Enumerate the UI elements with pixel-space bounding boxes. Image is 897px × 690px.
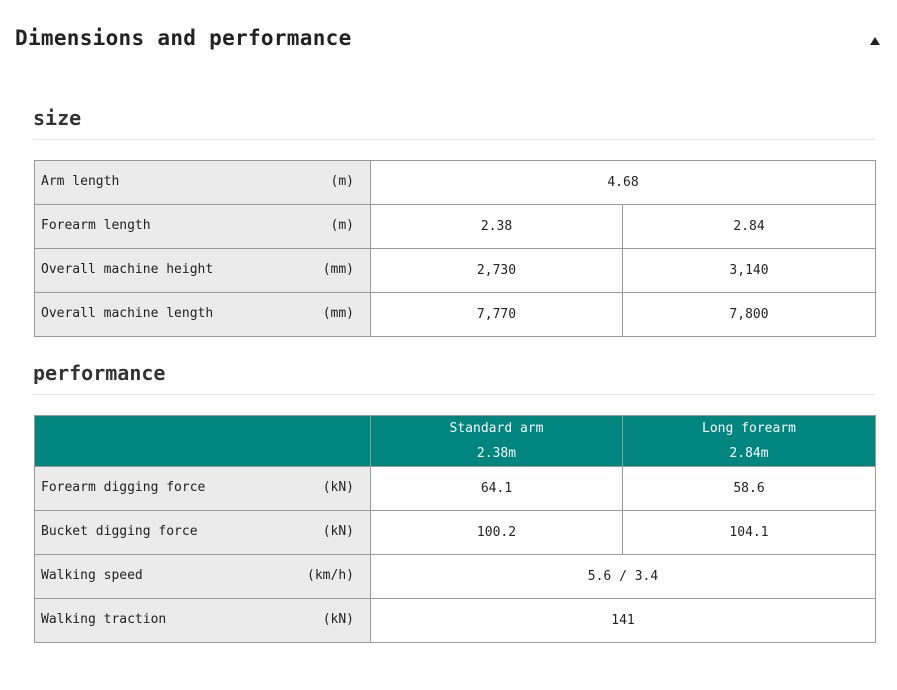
row-label: Arm length: [41, 174, 120, 189]
column-header-name: Long forearm: [702, 421, 796, 436]
row-label: Overall machine length: [41, 306, 214, 321]
row-unit: (km/h): [307, 568, 354, 583]
table-header-row: Standard arm 2.38m Long forearm 2.84m: [34, 415, 876, 467]
value-cell: 4.68: [370, 160, 876, 205]
table-row: Forearm length (m) 2.38 2.84: [34, 204, 876, 249]
row-label-cell: Forearm length (m): [34, 204, 371, 249]
row-unit: (mm): [322, 306, 354, 321]
row-label: Forearm digging force: [41, 480, 206, 495]
row-label-cell: Overall machine height (mm): [34, 248, 371, 293]
value-cell: 2.84: [622, 204, 876, 249]
accordion-title: Dimensions and performance: [15, 26, 352, 50]
table-row: Walking speed (km/h) 5.6 / 3.4: [34, 554, 876, 599]
row-unit: (kN): [322, 480, 354, 495]
column-header-sub: 2.38m: [476, 446, 517, 461]
value-cell: 64.1: [370, 466, 623, 511]
row-label: Overall machine height: [41, 262, 214, 277]
performance-divider: [33, 394, 875, 395]
table-row: Walking traction (kN) 141: [34, 598, 876, 643]
size-divider: [33, 139, 875, 140]
caret-up-icon[interactable]: [870, 37, 880, 45]
value-cell: 2,730: [370, 248, 623, 293]
row-label-cell: Bucket digging force (kN): [34, 510, 371, 555]
row-unit: (m): [330, 174, 354, 189]
value-cell: 7,770: [370, 292, 623, 337]
table-row: Forearm digging force (kN) 64.1 58.6: [34, 466, 876, 511]
table-row: Bucket digging force (kN) 100.2 104.1: [34, 510, 876, 555]
value-cell: 3,140: [622, 248, 876, 293]
table-row: Overall machine height (mm) 2,730 3,140: [34, 248, 876, 293]
row-label: Forearm length: [41, 218, 151, 233]
table-row: Overall machine length (mm) 7,770 7,800: [34, 292, 876, 337]
row-unit: (mm): [322, 262, 354, 277]
column-header: Standard arm 2.38m: [370, 415, 623, 467]
value-cell: 58.6: [622, 466, 876, 511]
row-unit: (kN): [322, 612, 354, 627]
performance-table: Standard arm 2.38m Long forearm 2.84m Fo…: [34, 415, 876, 643]
row-label-cell: Forearm digging force (kN): [34, 466, 371, 511]
column-header-sub: 2.84m: [729, 446, 769, 461]
accordion-header[interactable]: Dimensions and performance: [0, 0, 897, 82]
row-label: Walking speed: [41, 568, 143, 583]
table-row: Arm length (m) 4.68: [34, 160, 876, 205]
value-cell: 104.1: [622, 510, 876, 555]
row-label-cell: Walking speed (km/h): [34, 554, 371, 599]
row-label: Walking traction: [41, 612, 167, 627]
row-label: Bucket digging force: [41, 524, 198, 539]
performance-section-title: performance: [33, 361, 166, 385]
column-header-name: Standard arm: [449, 421, 544, 436]
value-cell: 7,800: [622, 292, 876, 337]
value-cell: 100.2: [370, 510, 623, 555]
column-header: Long forearm 2.84m: [622, 415, 876, 467]
row-label-cell: Arm length (m): [34, 160, 371, 205]
row-label-cell: Overall machine length (mm): [34, 292, 371, 337]
size-section-title: size: [33, 106, 82, 130]
value-cell: 2.38: [370, 204, 623, 249]
row-unit: (m): [330, 218, 354, 233]
header-blank-cell: [34, 415, 371, 467]
size-table: Arm length (m) 4.68 Forearm length (m) 2…: [34, 160, 876, 337]
row-label-cell: Walking traction (kN): [34, 598, 371, 643]
row-unit: (kN): [322, 524, 354, 539]
value-cell: 5.6 / 3.4: [370, 554, 876, 599]
value-cell: 141: [370, 598, 876, 643]
